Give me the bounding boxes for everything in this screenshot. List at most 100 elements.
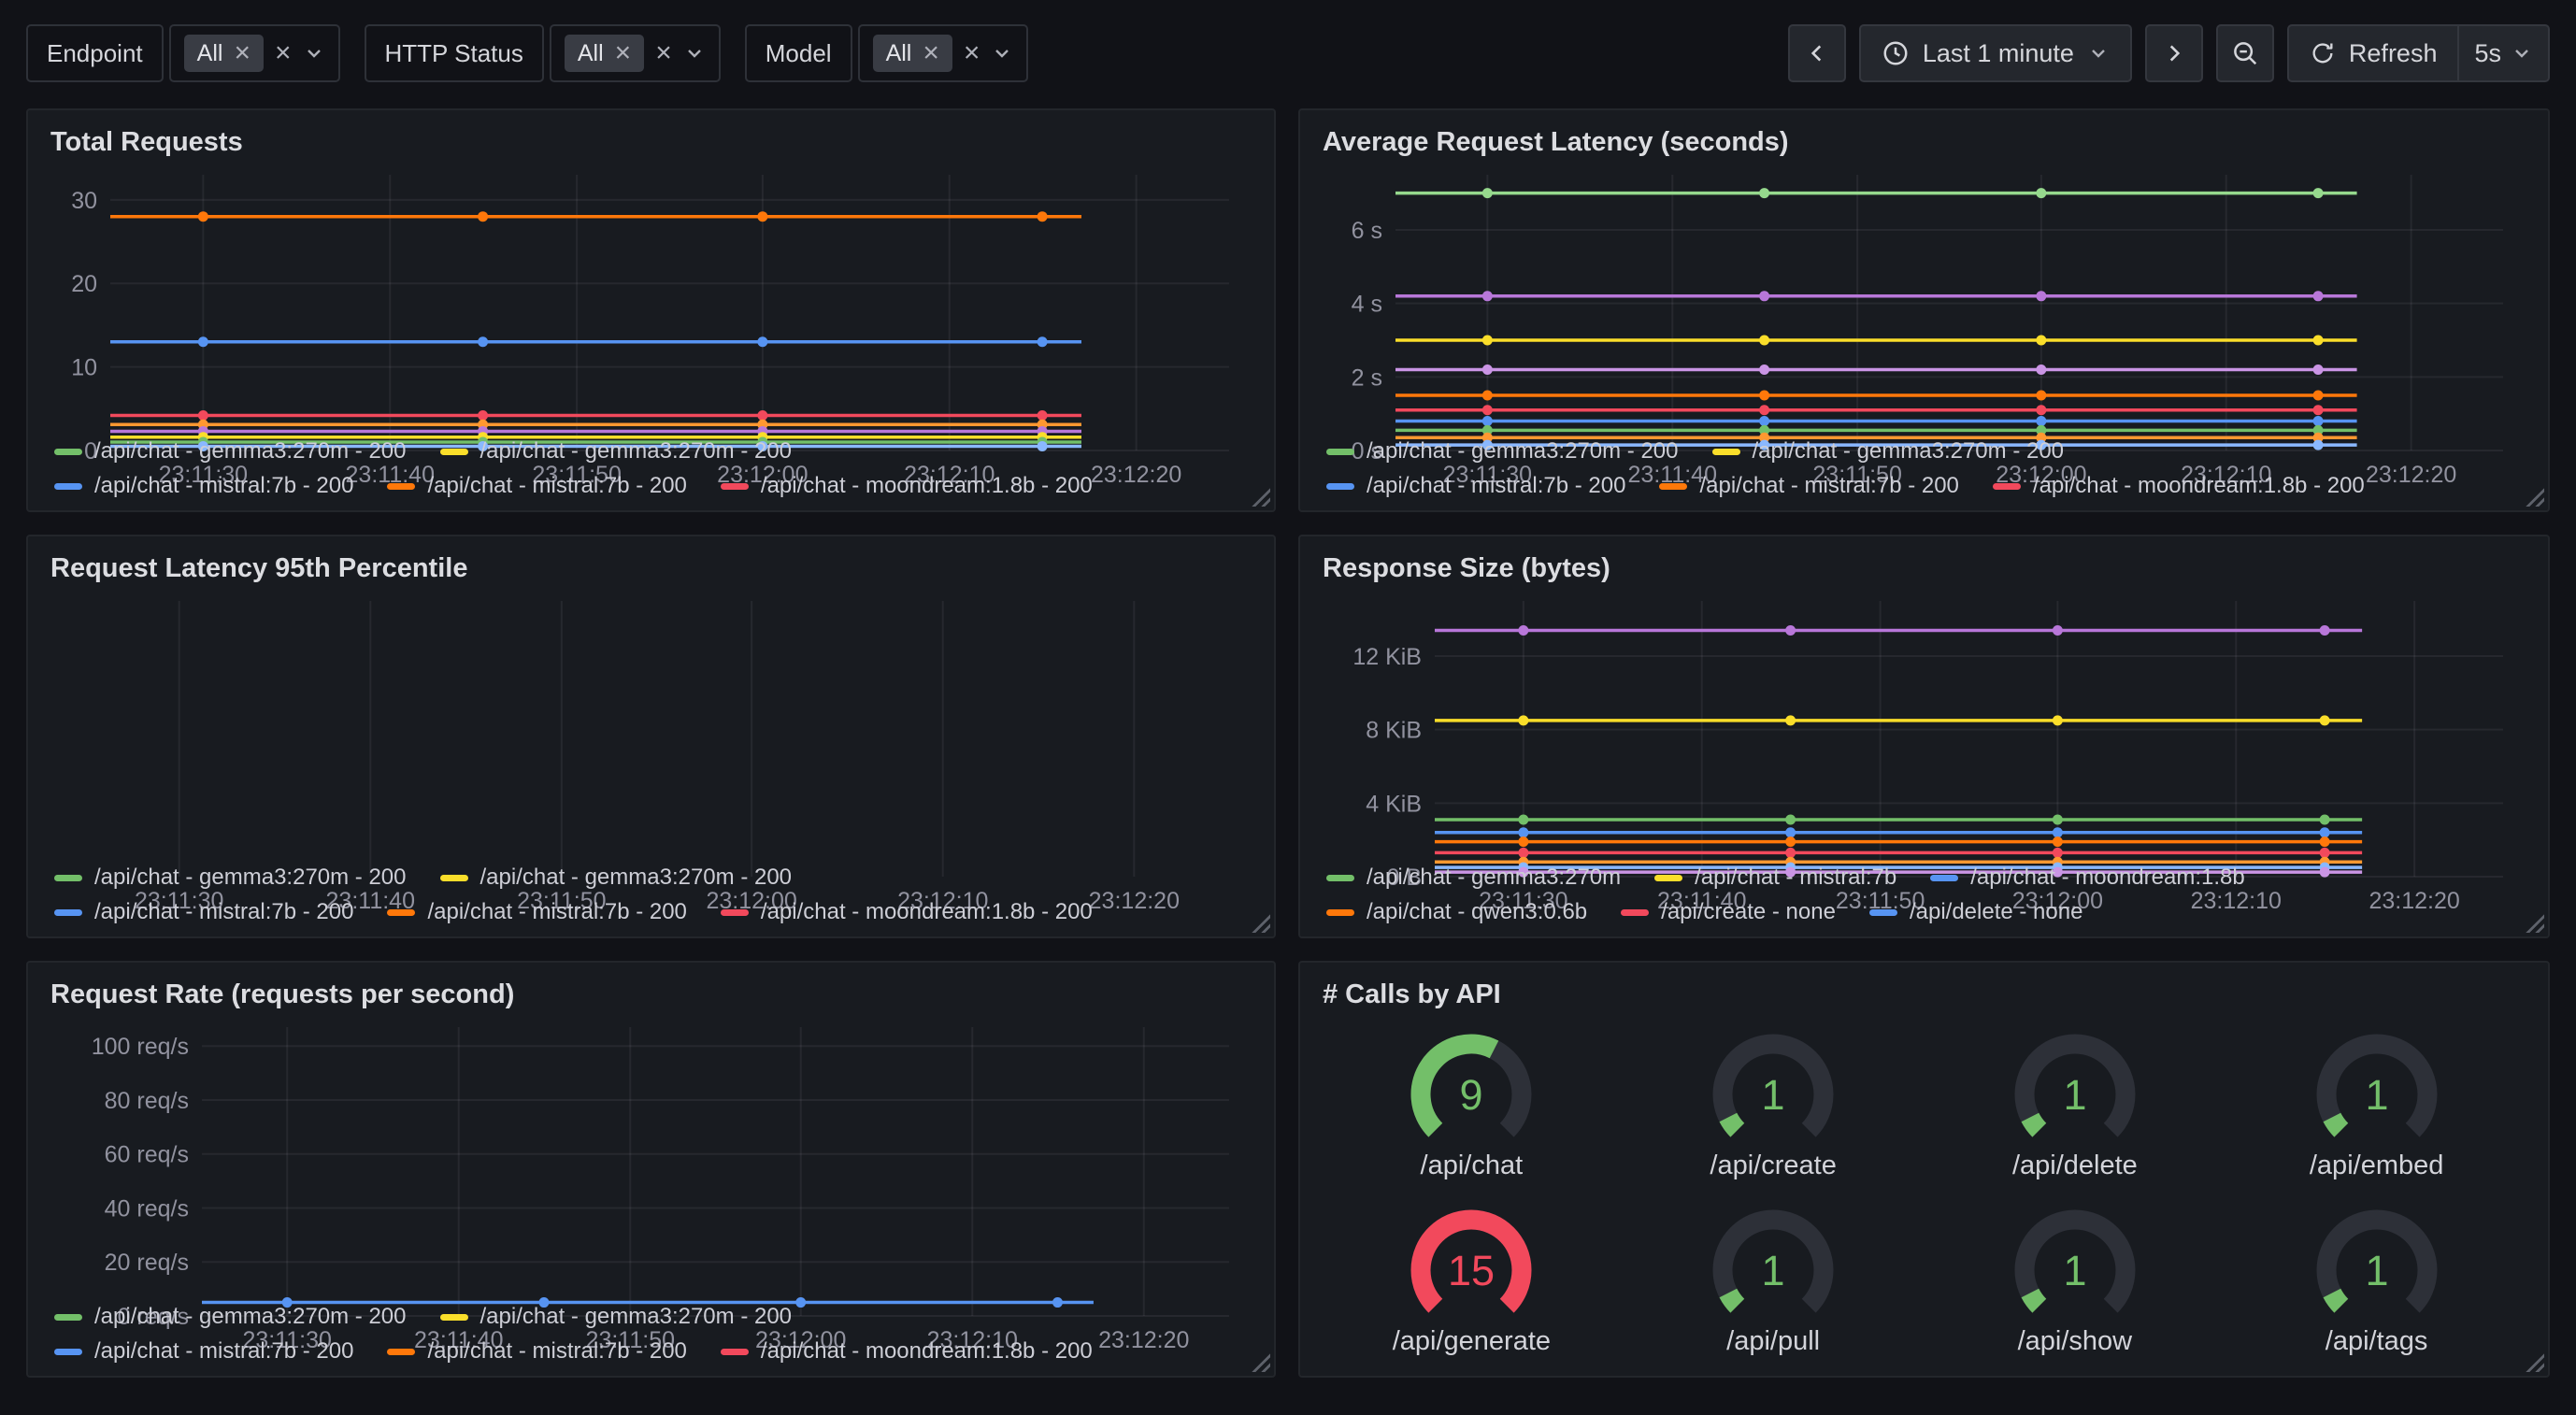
filter-value-chip[interactable]: All × bbox=[184, 35, 264, 72]
clear-filter-icon[interactable]: × bbox=[655, 39, 672, 67]
chart-legend: /api/chat - gemma3:270m - 200/api/chat -… bbox=[49, 1304, 1253, 1365]
refresh-interval-picker[interactable]: 5s bbox=[2459, 24, 2550, 82]
legend-item[interactable]: /api/chat - gemma3:270m - 200 bbox=[440, 865, 793, 891]
svg-text:1: 1 bbox=[1762, 1247, 1785, 1294]
legend-series-swatch bbox=[54, 449, 82, 455]
time-range-picker[interactable]: Last 1 minute bbox=[1859, 24, 2132, 82]
legend-item[interactable]: /api/chat - moondream:1.8b - 200 bbox=[721, 1338, 1093, 1365]
legend-series-label: /api/chat - gemma3:270m - 200 bbox=[480, 1304, 793, 1330]
legend-item[interactable]: /api/chat - gemma3:270m - 200 bbox=[1712, 438, 2065, 465]
gauge-label: /api/delete bbox=[2012, 1151, 2138, 1181]
refresh-button[interactable]: Refresh bbox=[2287, 24, 2460, 82]
legend-series-label: /api/chat - gemma3:270m bbox=[1367, 865, 1621, 891]
panel-resize-handle[interactable] bbox=[1252, 1353, 1270, 1372]
gauge-label: /api/embed bbox=[2310, 1151, 2444, 1181]
panel-title[interactable]: Request Rate (requests per second) bbox=[50, 979, 1253, 1010]
legend-series-swatch bbox=[1621, 909, 1649, 916]
gauge-label: /api/create bbox=[1710, 1151, 1836, 1181]
legend-item[interactable]: /api/chat - moondream:1.8b - 200 bbox=[1993, 473, 2365, 499]
legend-row: /api/chat - mistral:7b - 200/api/chat - … bbox=[54, 1338, 1253, 1365]
panel-resize-handle[interactable] bbox=[1252, 488, 1270, 507]
legend-item[interactable]: /api/delete - none bbox=[1869, 899, 2082, 925]
panel-title[interactable]: Average Request Latency (seconds) bbox=[1323, 127, 2527, 158]
legend-item[interactable]: /api/chat - gemma3:270m - 200 bbox=[54, 865, 407, 891]
legend-item[interactable]: /api/chat - moondream:1.8b - 200 bbox=[721, 899, 1093, 925]
legend-item[interactable]: /api/chat - mistral:7b - 200 bbox=[387, 473, 686, 499]
filter-value: All bbox=[197, 40, 223, 67]
legend-series-label: /api/chat - mistral:7b - 200 bbox=[427, 1338, 686, 1365]
legend-series-label: /api/chat - mistral:7b - 200 bbox=[1699, 473, 1958, 499]
panel-title[interactable]: Total Requests bbox=[50, 127, 1253, 158]
filter-endpoint-value[interactable]: All × × bbox=[169, 24, 340, 82]
legend-series-swatch bbox=[54, 1349, 82, 1355]
legend-series-label: /api/chat - gemma3:270m - 200 bbox=[94, 1304, 407, 1330]
chart-legend: /api/chat - gemma3:270m - 200/api/chat -… bbox=[49, 865, 1253, 925]
chart-legend: /api/chat - gemma3:270m - 200/api/chat -… bbox=[49, 438, 1253, 499]
panel-resize-handle[interactable] bbox=[1252, 914, 1270, 933]
legend-item[interactable]: /api/chat - gemma3:270m bbox=[1326, 865, 1621, 891]
legend-item[interactable]: /api/chat - gemma3:270m - 200 bbox=[54, 438, 407, 465]
legend-series-swatch bbox=[54, 875, 82, 881]
legend-item[interactable]: /api/chat - moondream:1.8b bbox=[1930, 865, 2245, 891]
zoom-out-button[interactable] bbox=[2216, 24, 2274, 82]
filter-endpoint-label: Endpoint bbox=[26, 24, 164, 82]
legend-item[interactable]: /api/chat - mistral:7b - 200 bbox=[54, 1338, 353, 1365]
chevron-down-icon bbox=[303, 42, 325, 64]
legend-item[interactable]: /api/chat - gemma3:270m - 200 bbox=[440, 1304, 793, 1330]
legend-series-label: /api/chat - mistral:7b - 200 bbox=[427, 899, 686, 925]
legend-item[interactable]: /api/chat - moondream:1.8b - 200 bbox=[721, 473, 1093, 499]
panel-title[interactable]: Response Size (bytes) bbox=[1323, 553, 2527, 584]
legend-item[interactable]: /api/chat - gemma3:270m - 200 bbox=[54, 1304, 407, 1330]
svg-text:100 req/s: 100 req/s bbox=[92, 1034, 189, 1060]
legend-item[interactable]: /api/chat - mistral:7b - 200 bbox=[54, 899, 353, 925]
legend-series-swatch bbox=[721, 909, 749, 916]
time-shift-forward-button[interactable] bbox=[2145, 24, 2203, 82]
legend-item[interactable]: /api/chat - mistral:7b - 200 bbox=[387, 899, 686, 925]
refresh-group: Refresh 5s bbox=[2287, 24, 2550, 82]
legend-series-swatch bbox=[721, 483, 749, 490]
legend-row: /api/chat - mistral:7b - 200/api/chat - … bbox=[1326, 473, 2527, 499]
legend-item[interactable]: /api/chat - mistral:7b - 200 bbox=[1326, 473, 1625, 499]
time-controls: Last 1 minute Refresh 5s bbox=[1788, 24, 2550, 82]
panel-resize-handle[interactable] bbox=[2526, 914, 2544, 933]
chevron-down-icon bbox=[991, 42, 1013, 64]
legend-series-label: /api/create - none bbox=[1661, 899, 1836, 925]
latency-p95-chart[interactable]: 23:11:3023:11:4023:11:5023:12:0023:12:10… bbox=[49, 590, 1253, 855]
legend-item[interactable]: /api/chat - mistral:7b - 200 bbox=[387, 1338, 686, 1365]
clear-filter-icon[interactable]: × bbox=[964, 39, 980, 67]
remove-value-icon[interactable]: × bbox=[234, 39, 250, 67]
legend-series-label: /api/chat - qwen3:0.6b bbox=[1367, 899, 1587, 925]
svg-text:9: 9 bbox=[1460, 1071, 1483, 1119]
filter-http-status-value[interactable]: All × × bbox=[550, 24, 721, 82]
filter-label: Endpoint bbox=[47, 39, 143, 68]
remove-value-icon[interactable]: × bbox=[615, 39, 632, 67]
legend-item[interactable]: /api/chat - mistral:7b - 200 bbox=[1659, 473, 1958, 499]
gauge-api-show: 1/api/show bbox=[1986, 1199, 2164, 1357]
legend-item[interactable]: /api/chat - qwen3:0.6b bbox=[1326, 899, 1587, 925]
response-size-chart[interactable]: 0 B4 KiB8 KiB12 KiB23:11:3023:11:4023:11… bbox=[1321, 590, 2527, 855]
legend-series-swatch bbox=[1326, 909, 1354, 916]
svg-text:2 s: 2 s bbox=[1352, 364, 1382, 391]
legend-item[interactable]: /api/chat - mistral:7b - 200 bbox=[54, 473, 353, 499]
filter-value: All bbox=[886, 40, 912, 67]
chevron-down-icon bbox=[683, 42, 706, 64]
legend-item[interactable]: /api/chat - gemma3:270m - 200 bbox=[440, 438, 793, 465]
filter-value-chip[interactable]: All × bbox=[873, 35, 952, 72]
filter-value-chip[interactable]: All × bbox=[565, 35, 644, 72]
legend-item[interactable]: /api/create - none bbox=[1621, 899, 1836, 925]
panel-resize-handle[interactable] bbox=[2526, 1353, 2544, 1372]
total-requests-chart[interactable]: 010203023:11:3023:11:4023:11:5023:12:002… bbox=[49, 164, 1253, 429]
time-shift-back-button[interactable] bbox=[1788, 24, 1846, 82]
remove-value-icon[interactable]: × bbox=[923, 39, 939, 67]
panel-title[interactable]: Request Latency 95th Percentile bbox=[50, 553, 1253, 584]
chart-legend: /api/chat - gemma3:270m/api/chat - mistr… bbox=[1321, 865, 2527, 925]
panel-title[interactable]: # Calls by API bbox=[1323, 979, 2527, 1010]
filter-model-value[interactable]: All × × bbox=[858, 24, 1029, 82]
panel-resize-handle[interactable] bbox=[2526, 488, 2544, 507]
clear-filter-icon[interactable]: × bbox=[275, 39, 292, 67]
legend-item[interactable]: /api/chat - mistral:7b bbox=[1654, 865, 1896, 891]
average-latency-chart[interactable]: 0 s2 s4 s6 s23:11:3023:11:4023:11:5023:1… bbox=[1321, 164, 2527, 429]
legend-series-label: /api/chat - moondream:1.8b bbox=[1970, 865, 2245, 891]
request-rate-chart[interactable]: 0 req/s20 req/s40 req/s60 req/s80 req/s1… bbox=[49, 1016, 1253, 1294]
legend-item[interactable]: /api/chat - gemma3:270m - 200 bbox=[1326, 438, 1679, 465]
